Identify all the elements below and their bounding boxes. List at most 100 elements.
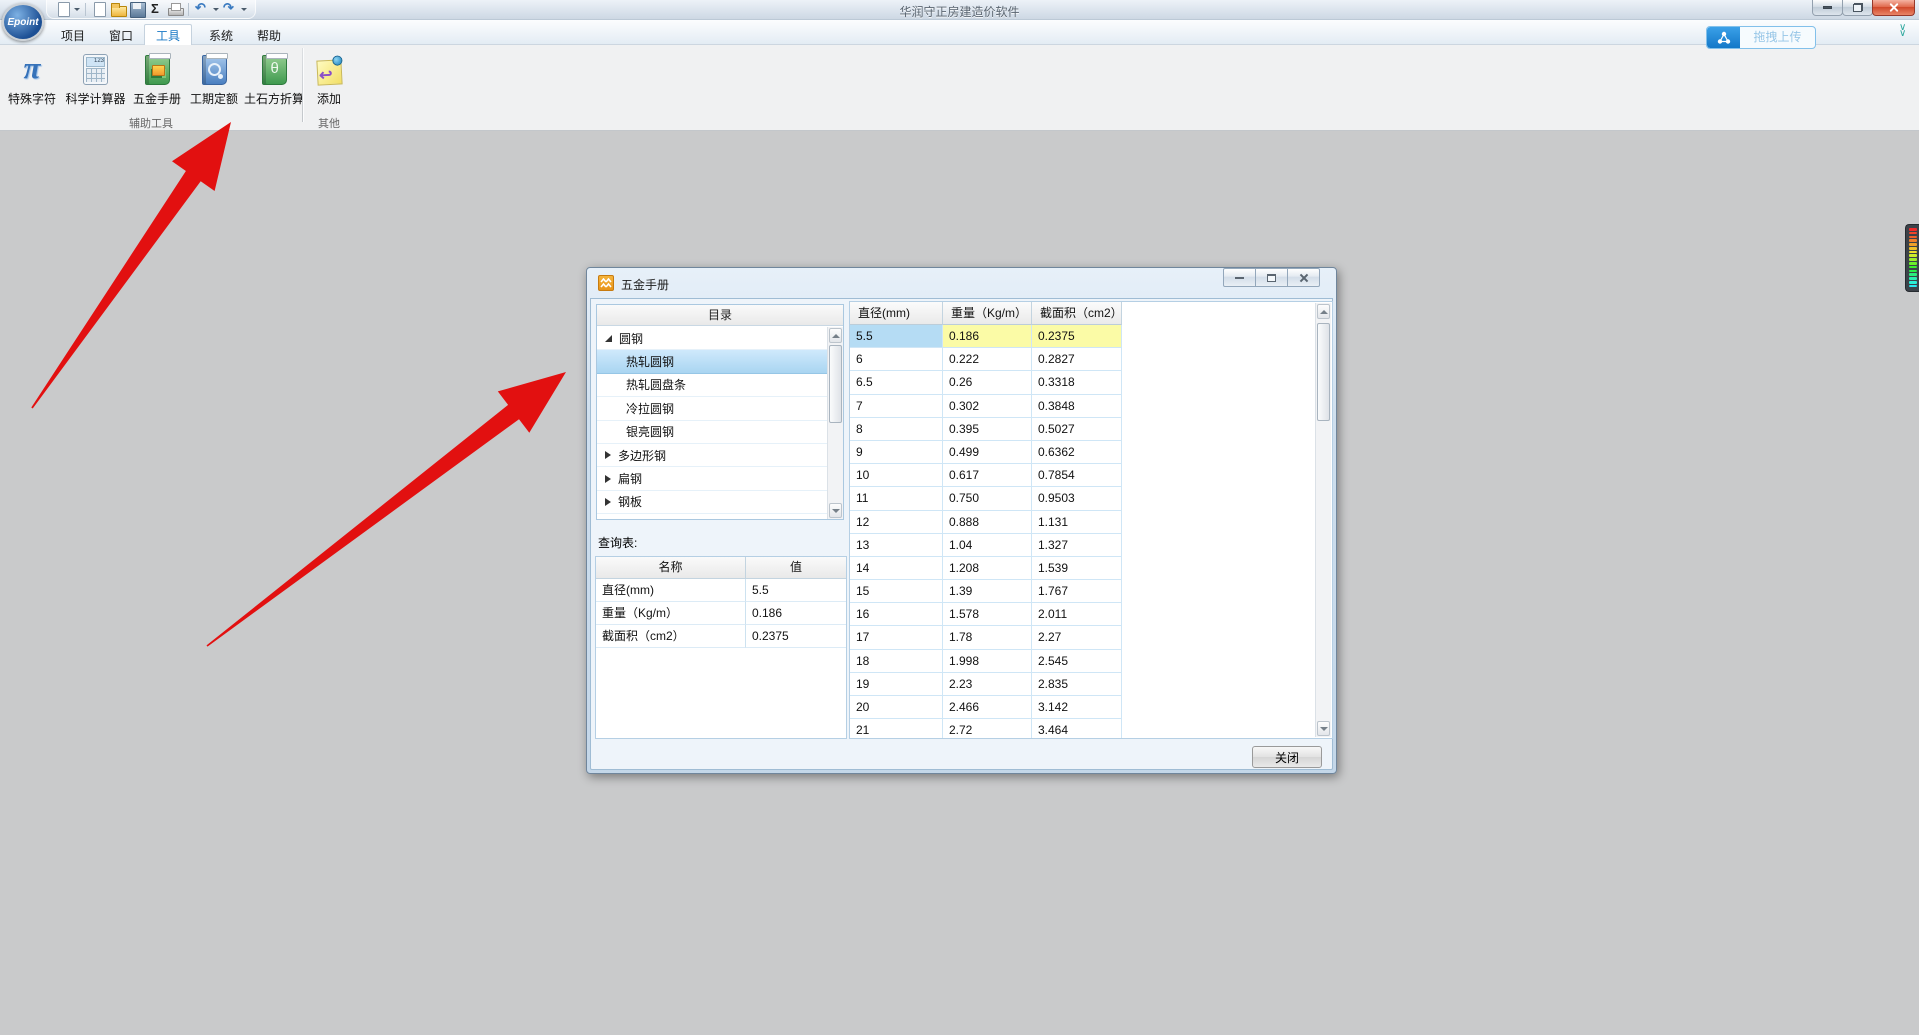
dropdown-caret-icon[interactable] [241, 8, 247, 11]
grid-row[interactable]: 141.2081.539 [850, 557, 1314, 580]
tree-item-角钢[interactable]: 角钢 [597, 514, 827, 519]
tree-collapsed-icon[interactable] [605, 451, 611, 459]
app-logo[interactable]: Epoint [2, 3, 44, 41]
grid-row[interactable]: 70.3020.3848 [850, 395, 1314, 418]
chevron-down-icon[interactable]: ∨∨ [1899, 25, 1906, 37]
query-row[interactable]: 直径(mm)5.5 [596, 579, 846, 602]
query-cell-name: 截面积（cm2） [596, 625, 746, 648]
grid-row[interactable]: 161.5782.011 [850, 603, 1314, 626]
scroll-up-button[interactable] [829, 328, 842, 343]
catalog-tree: 目录 圆钢热轧圆钢热轧圆盘条冷拉圆钢银亮圆钢多边形钢扁钢钢板角钢 [596, 304, 844, 520]
dialog-maximize-button[interactable] [1255, 268, 1288, 287]
dialog-close-action-button[interactable]: 关闭 [1252, 746, 1322, 768]
grid-row[interactable]: 212.723.464 [850, 719, 1314, 738]
grid-row[interactable]: 192.232.835 [850, 673, 1314, 696]
scroll-down-button[interactable] [829, 503, 842, 518]
tree-item-冷拉圆钢[interactable]: 冷拉圆钢 [597, 397, 827, 420]
grid-row[interactable]: 90.4990.6362 [850, 441, 1314, 464]
scrollbar-thumb[interactable] [1317, 323, 1330, 421]
dialog-minimize-button[interactable] [1223, 268, 1256, 287]
query-row[interactable]: 截面积（cm2）0.2375 [596, 625, 846, 648]
grid-row[interactable]: 171.782.27 [850, 626, 1314, 649]
grid-row[interactable]: 202.4663.142 [850, 696, 1314, 719]
tree-item-银亮圆钢[interactable]: 银亮圆钢 [597, 421, 827, 444]
ribbon-button-添加[interactable]: 添加 [306, 47, 352, 113]
grid-column-header[interactable]: 直径(mm) [850, 302, 943, 325]
grid-cell: 0.5027 [1032, 418, 1122, 441]
query-row[interactable]: 重量（Kg/m）0.186 [596, 602, 846, 625]
tree-item-热轧圆钢[interactable]: 热轧圆钢 [597, 350, 827, 373]
grid-cell: 0.6362 [1032, 441, 1122, 464]
grid-column-header[interactable]: 截面积（cm2） [1032, 302, 1122, 325]
data-grid-header: 直径(mm)重量（Kg/m）截面积（cm2） [850, 302, 1332, 325]
ribbon-button-科学计算器[interactable]: 科学计算器 [63, 47, 128, 113]
ribbon-button-土石方折算[interactable]: 土石方折算 [243, 47, 305, 113]
grid-cell: 5.5 [850, 325, 943, 348]
hardware-manual-icon [598, 275, 614, 291]
open-folder-icon[interactable] [110, 1, 126, 17]
ribbon-group-label: 其他 [303, 115, 355, 131]
tree-item-扁钢[interactable]: 扁钢 [597, 467, 827, 490]
tree-scrollbar[interactable] [827, 327, 843, 519]
dropdown-caret-icon[interactable] [74, 8, 80, 11]
grid-cell: 7 [850, 395, 943, 418]
book-search-icon [202, 55, 227, 85]
grid-cell: 2.23 [943, 673, 1032, 696]
titlebar[interactable]: 华润守正房建造价软件 [0, 0, 1919, 20]
tree-collapsed-icon[interactable] [605, 475, 611, 483]
tree-expanded-icon[interactable] [605, 335, 612, 342]
ribbon-button-工期定额[interactable]: 工期定额 [186, 47, 242, 113]
drag-upload-label: 拖拽上传 [1740, 27, 1815, 48]
tree-item-钢板[interactable]: 钢板 [597, 491, 827, 514]
grid-column-header[interactable]: 重量（Kg/m） [943, 302, 1032, 325]
grid-row[interactable]: 5.50.1860.2375 [850, 325, 1314, 348]
grid-row[interactable]: 131.041.327 [850, 534, 1314, 557]
color-meter-widget[interactable] [1905, 224, 1919, 292]
grid-row[interactable]: 120.8881.131 [850, 511, 1314, 534]
arrow-down-icon [1320, 727, 1328, 731]
ribbon-button-特殊字符[interactable]: 特殊字符 [2, 47, 62, 113]
dropdown-caret-icon[interactable] [213, 8, 219, 11]
color-stripe [1909, 228, 1917, 231]
print-icon[interactable] [167, 1, 183, 17]
tree-collapsed-icon[interactable] [605, 498, 611, 506]
ribbon-button-label: 五金手册 [129, 90, 185, 107]
grid-row[interactable]: 110.7500.9503 [850, 487, 1314, 510]
ribbon-button-五金手册[interactable]: 五金手册 [129, 47, 185, 113]
sum-icon[interactable] [148, 1, 164, 17]
grid-row[interactable]: 6.50.260.3318 [850, 371, 1314, 394]
scroll-down-button[interactable] [1317, 721, 1330, 736]
pi-icon [24, 51, 41, 85]
close-button[interactable] [1872, 0, 1915, 16]
tree-item-圆钢[interactable]: 圆钢 [597, 327, 827, 350]
tab-工具[interactable]: 工具 [144, 24, 192, 45]
grid-row[interactable]: 60.2220.2827 [850, 348, 1314, 371]
scrollbar-thumb[interactable] [829, 345, 842, 423]
dialog-titlebar[interactable]: 五金手册 [587, 268, 1336, 298]
tree-item-热轧圆盘条[interactable]: 热轧圆盘条 [597, 374, 827, 397]
window-controls [1813, 0, 1915, 16]
new-document-icon[interactable] [55, 1, 71, 17]
grid-cell: 1.327 [1032, 534, 1122, 557]
grid-row[interactable]: 151.391.767 [850, 580, 1314, 603]
scroll-up-button[interactable] [1317, 304, 1330, 319]
restore-button[interactable] [1842, 0, 1873, 16]
undo-icon[interactable] [194, 1, 210, 17]
drag-upload-widget[interactable]: 拖拽上传 [1706, 26, 1816, 49]
grid-row[interactable]: 100.6170.7854 [850, 464, 1314, 487]
tab-项目[interactable]: 项目 [50, 25, 96, 45]
tab-系统[interactable]: 系统 [198, 25, 244, 45]
dialog-close-button[interactable] [1287, 268, 1320, 287]
query-cell-value: 0.186 [746, 602, 846, 625]
grid-cell: 9 [850, 441, 943, 464]
tab-帮助[interactable]: 帮助 [246, 25, 292, 45]
minimize-button[interactable] [1812, 0, 1843, 16]
tab-窗口[interactable]: 窗口 [98, 25, 144, 45]
blank-page-icon[interactable] [91, 1, 107, 17]
redo-icon[interactable] [222, 1, 238, 17]
tree-item-多边形钢[interactable]: 多边形钢 [597, 444, 827, 467]
grid-row[interactable]: 181.9982.545 [850, 650, 1314, 673]
grid-row[interactable]: 80.3950.5027 [850, 418, 1314, 441]
save-icon[interactable] [129, 1, 145, 17]
grid-scrollbar[interactable] [1315, 303, 1331, 737]
